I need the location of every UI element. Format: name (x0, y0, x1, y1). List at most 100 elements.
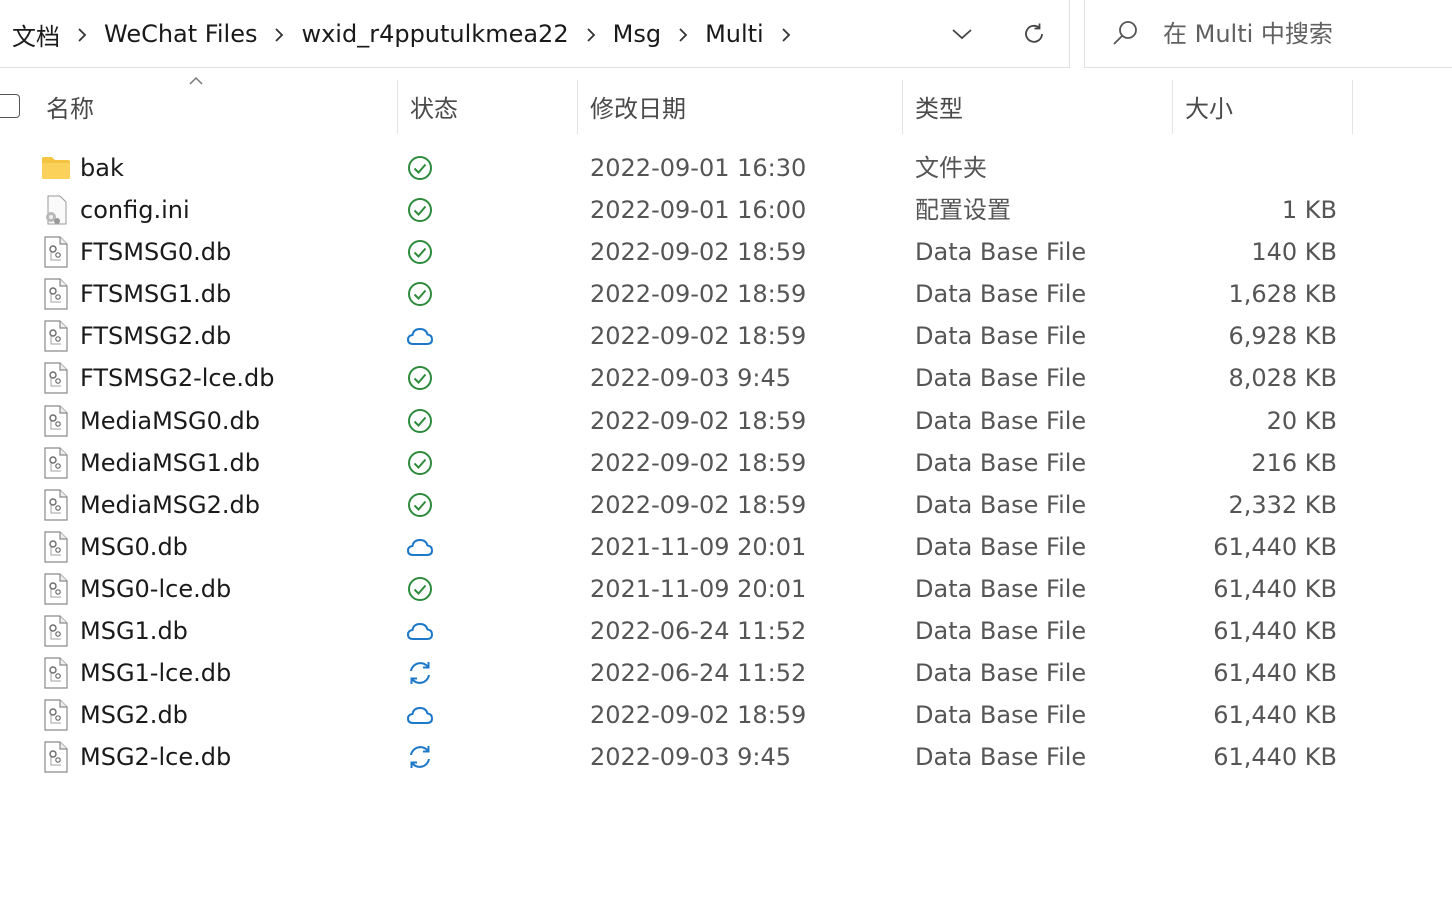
file-modified-date: 2022-06-24 11:52 (590, 617, 807, 646)
green-check-icon (404, 357, 436, 399)
chevron-down-icon (952, 29, 972, 40)
column-divider[interactable] (577, 80, 578, 134)
green-check-icon (404, 231, 436, 273)
file-name[interactable]: config.ini (80, 189, 190, 231)
file-size: 61,440 KB (1213, 617, 1337, 646)
file-modified-date: 2022-09-02 18:59 (590, 448, 807, 477)
file-size: 140 KB (1251, 238, 1337, 267)
db-file-icon (40, 736, 72, 778)
select-all-checkbox[interactable] (0, 94, 20, 118)
file-row[interactable]: MediaMSG1.db 2022-09-02 18:59 Data Base Fi… (0, 442, 1452, 484)
file-size: 61,440 KB (1213, 532, 1337, 561)
file-name[interactable]: MSG1-lce.db (80, 652, 231, 694)
green-check-icon (404, 568, 436, 610)
breadcrumb-item-documents[interactable]: 文档 (10, 17, 62, 52)
file-row[interactable]: MSG1-lce.db 2022-06-24 11:52 Data Base Fil… (0, 652, 1452, 694)
file-type: Data Base File (915, 238, 1087, 267)
file-row[interactable]: MSG1.db 2022-06-24 11:52 Data Base File 61,… (0, 610, 1452, 652)
column-header-status[interactable]: 状态 (410, 80, 576, 132)
file-type: Data Base File (915, 617, 1087, 646)
file-row[interactable]: FTSMSG2.db 2022-09-02 18:59 Data Base File… (0, 315, 1452, 357)
column-header-name[interactable]: 名称 (46, 80, 396, 132)
navigation-bar: 文档 WeChat Files wxid_r4pputulkmea22 Msg … (0, 0, 1452, 70)
file-name[interactable]: MediaMSG0.db (80, 400, 260, 442)
chevron-right-icon[interactable] (571, 20, 611, 48)
file-row[interactable]: bak 2022-09-01 16:30 文件夹 (0, 147, 1452, 189)
file-size: 1,628 KB (1228, 280, 1337, 309)
file-name[interactable]: MSG2.db (80, 694, 188, 736)
column-header-size[interactable]: 大小 (1185, 80, 1350, 132)
file-row[interactable]: MSG0-lce.db 2021-11-09 20:01 Data Base Fil… (0, 568, 1452, 610)
green-check-icon (404, 484, 436, 526)
chevron-right-icon[interactable] (259, 20, 299, 48)
file-name[interactable]: MSG0.db (80, 526, 188, 568)
breadcrumb-item-wxid[interactable]: wxid_r4pputulkmea22 (299, 20, 570, 48)
file-size: 61,440 KB (1213, 574, 1337, 603)
column-header-type[interactable]: 类型 (915, 80, 1170, 132)
file-size: 8,028 KB (1228, 364, 1337, 393)
file-modified-date: 2022-06-24 11:52 (590, 659, 807, 688)
green-check-icon (404, 273, 436, 315)
chevron-right-icon[interactable] (663, 20, 703, 48)
column-divider[interactable] (902, 80, 903, 134)
file-name[interactable]: FTSMSG2.db (80, 315, 231, 357)
search-box (1084, 0, 1452, 68)
file-row[interactable]: FTSMSG0.db 2022-09-02 18:59 Data Base File… (0, 231, 1452, 273)
file-modified-date: 2022-09-02 18:59 (590, 322, 807, 351)
file-name[interactable]: MediaMSG2.db (80, 484, 260, 526)
db-file-icon (40, 231, 72, 273)
cloud-icon (404, 694, 436, 736)
file-list: bak 2022-09-01 16:30 文件夹 config.ini 2022-09-… (0, 147, 1452, 778)
breadcrumb-item-msg[interactable]: Msg (611, 20, 663, 48)
refresh-button[interactable] (1014, 14, 1054, 54)
cloud-icon (404, 315, 436, 357)
file-size: 61,440 KB (1213, 743, 1337, 772)
file-row[interactable]: MediaMSG2.db 2022-09-02 18:59 Data Base Fi… (0, 484, 1452, 526)
file-row[interactable]: MSG2-lce.db 2022-09-03 9:45 Data Base File… (0, 736, 1452, 778)
file-type: Data Base File (915, 406, 1087, 435)
file-name[interactable]: FTSMSG0.db (80, 231, 231, 273)
history-dropdown-button[interactable] (942, 14, 982, 54)
cloud-icon (404, 610, 436, 652)
breadcrumb-item-multi[interactable]: Multi (703, 20, 766, 48)
search-input[interactable] (1163, 14, 1433, 54)
db-file-icon (40, 610, 72, 652)
db-file-icon (40, 442, 72, 484)
column-divider[interactable] (1172, 80, 1173, 134)
file-name[interactable]: FTSMSG1.db (80, 273, 231, 315)
address-bar[interactable]: 文档 WeChat Files wxid_r4pputulkmea22 Msg … (0, 0, 1070, 68)
file-modified-date: 2022-09-02 18:59 (590, 490, 807, 519)
file-row[interactable]: MSG2.db 2022-09-02 18:59 Data Base File 61,… (0, 694, 1452, 736)
breadcrumb-item-wechat-files[interactable]: WeChat Files (102, 20, 259, 48)
chevron-right-icon[interactable] (62, 20, 102, 48)
file-name[interactable]: MSG1.db (80, 610, 188, 652)
file-modified-date: 2021-11-09 20:01 (590, 574, 807, 603)
file-name[interactable]: MediaMSG1.db (80, 442, 260, 484)
file-name[interactable]: bak (80, 147, 124, 189)
file-modified-date: 2022-09-03 9:45 (590, 364, 791, 393)
chevron-right-icon[interactable] (766, 20, 806, 48)
file-name[interactable]: MSG2-lce.db (80, 736, 231, 778)
file-row[interactable]: MediaMSG0.db 2022-09-02 18:59 Data Base Fi… (0, 400, 1452, 442)
green-check-icon (404, 189, 436, 231)
column-header-modified[interactable]: 修改日期 (590, 80, 900, 132)
green-check-icon (404, 147, 436, 189)
file-modified-date: 2022-09-02 18:59 (590, 280, 807, 309)
file-name[interactable]: MSG0-lce.db (80, 568, 231, 610)
file-name[interactable]: FTSMSG2-lce.db (80, 357, 274, 399)
db-file-icon (40, 273, 72, 315)
folder-icon (40, 147, 72, 189)
file-modified-date: 2022-09-03 9:45 (590, 743, 791, 772)
sync-icon (404, 736, 436, 778)
file-row[interactable]: MSG0.db 2021-11-09 20:01 Data Base File 61,… (0, 526, 1452, 568)
file-modified-date: 2022-09-02 18:59 (590, 238, 807, 267)
file-modified-date: 2022-09-01 16:30 (590, 154, 807, 182)
column-divider[interactable] (1352, 80, 1353, 134)
file-size: 61,440 KB (1213, 659, 1337, 688)
file-row[interactable]: config.ini 2022-09-01 16:00 配置设置 1 KB (0, 189, 1452, 231)
column-divider[interactable] (397, 80, 398, 134)
file-size: 216 KB (1251, 448, 1337, 477)
search-icon (1113, 21, 1137, 45)
file-row[interactable]: FTSMSG1.db 2022-09-02 18:59 Data Base File… (0, 273, 1452, 315)
file-row[interactable]: FTSMSG2-lce.db 2022-09-03 9:45 Data Base F… (0, 357, 1452, 399)
